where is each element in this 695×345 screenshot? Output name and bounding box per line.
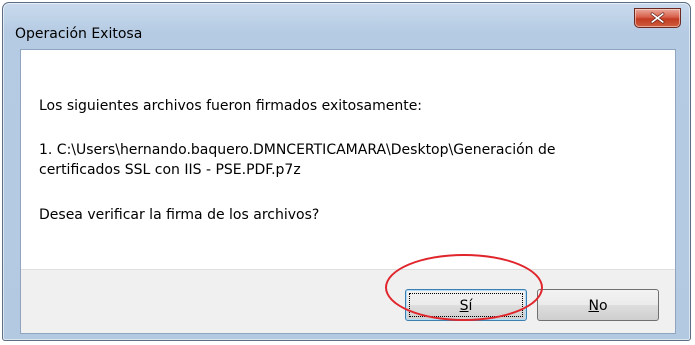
question-text: Desea verificar la firma de los archivos… [39,207,320,223]
dialog-window: Operación Exitosa Los siguientes archivo… [2,2,691,341]
no-button-label: No [588,298,607,314]
close-button[interactable] [634,8,681,28]
close-icon [650,12,665,24]
dialog-content: Los siguientes archivos fueron firmados … [20,49,676,334]
no-label-rest: o [598,298,608,314]
no-mnemonic: N [588,298,599,314]
yes-mnemonic: S [459,298,469,314]
yes-label-rest: í [468,298,473,314]
button-bar: Sí No [21,269,675,333]
message-text: Los siguientes archivos fueron firmados … [39,98,423,114]
file-path-text: 1. C:\Users\hernando.baquero.DMNCERTICAM… [39,142,556,158]
yes-button[interactable]: Sí [405,289,527,321]
yes-button-label: Sí [460,298,473,314]
window-title: Operación Exitosa [15,26,143,42]
title-bar[interactable]: Operación Exitosa [3,3,690,47]
no-button[interactable]: No [537,289,659,321]
file-path-text-continued: certificados SSL con IIS - PSE.PDF.p7z [39,162,301,178]
